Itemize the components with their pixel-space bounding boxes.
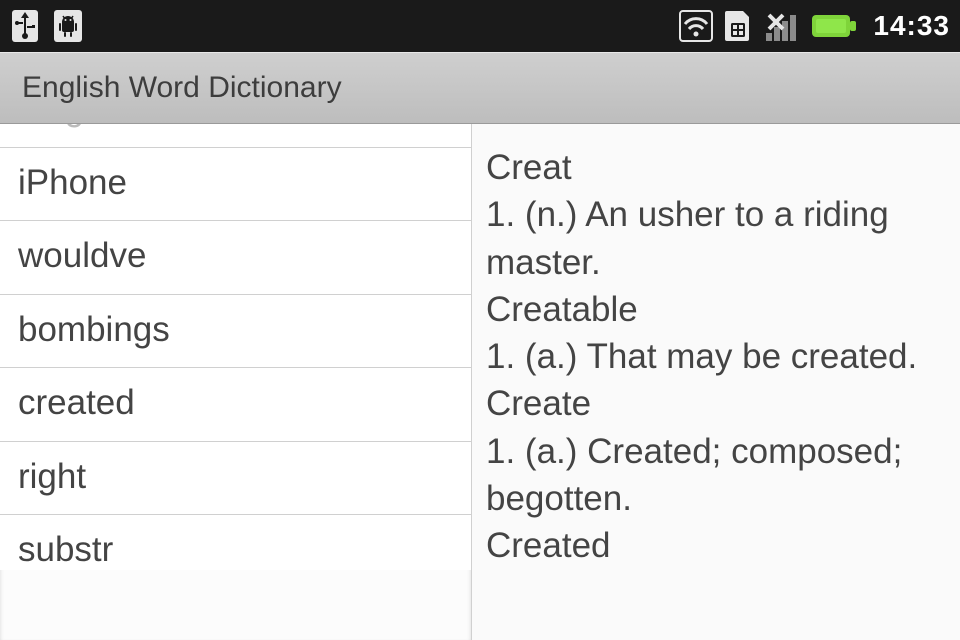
battery-icon [811, 12, 857, 40]
list-item[interactable]: religion [0, 124, 471, 148]
signal-icon [763, 9, 801, 43]
list-item[interactable]: substr [0, 515, 471, 570]
list-item[interactable]: wouldve [0, 221, 471, 295]
list-item[interactable]: created [0, 368, 471, 442]
word-list[interactable]: religion iPhone wouldve bombings created… [0, 124, 472, 640]
list-item[interactable]: iPhone [0, 148, 471, 222]
clock: 14:33 [873, 10, 950, 42]
usb-icon [10, 8, 40, 44]
content-area: religion iPhone wouldve bombings created… [0, 124, 960, 640]
status-left [10, 8, 84, 44]
status-right: 14:33 [679, 9, 950, 43]
status-bar: 14:33 [0, 0, 960, 52]
definition-pane[interactable]: Creat 1. (n.) An usher to a riding maste… [472, 124, 960, 640]
list-item[interactable]: right [0, 442, 471, 516]
app-title-bar: English Word Dictionary [0, 52, 960, 124]
android-debug-icon [52, 8, 84, 44]
sim-icon [723, 9, 753, 43]
list-item[interactable]: bombings [0, 295, 471, 369]
wifi-icon [679, 10, 713, 42]
app-title: English Word Dictionary [22, 71, 342, 105]
